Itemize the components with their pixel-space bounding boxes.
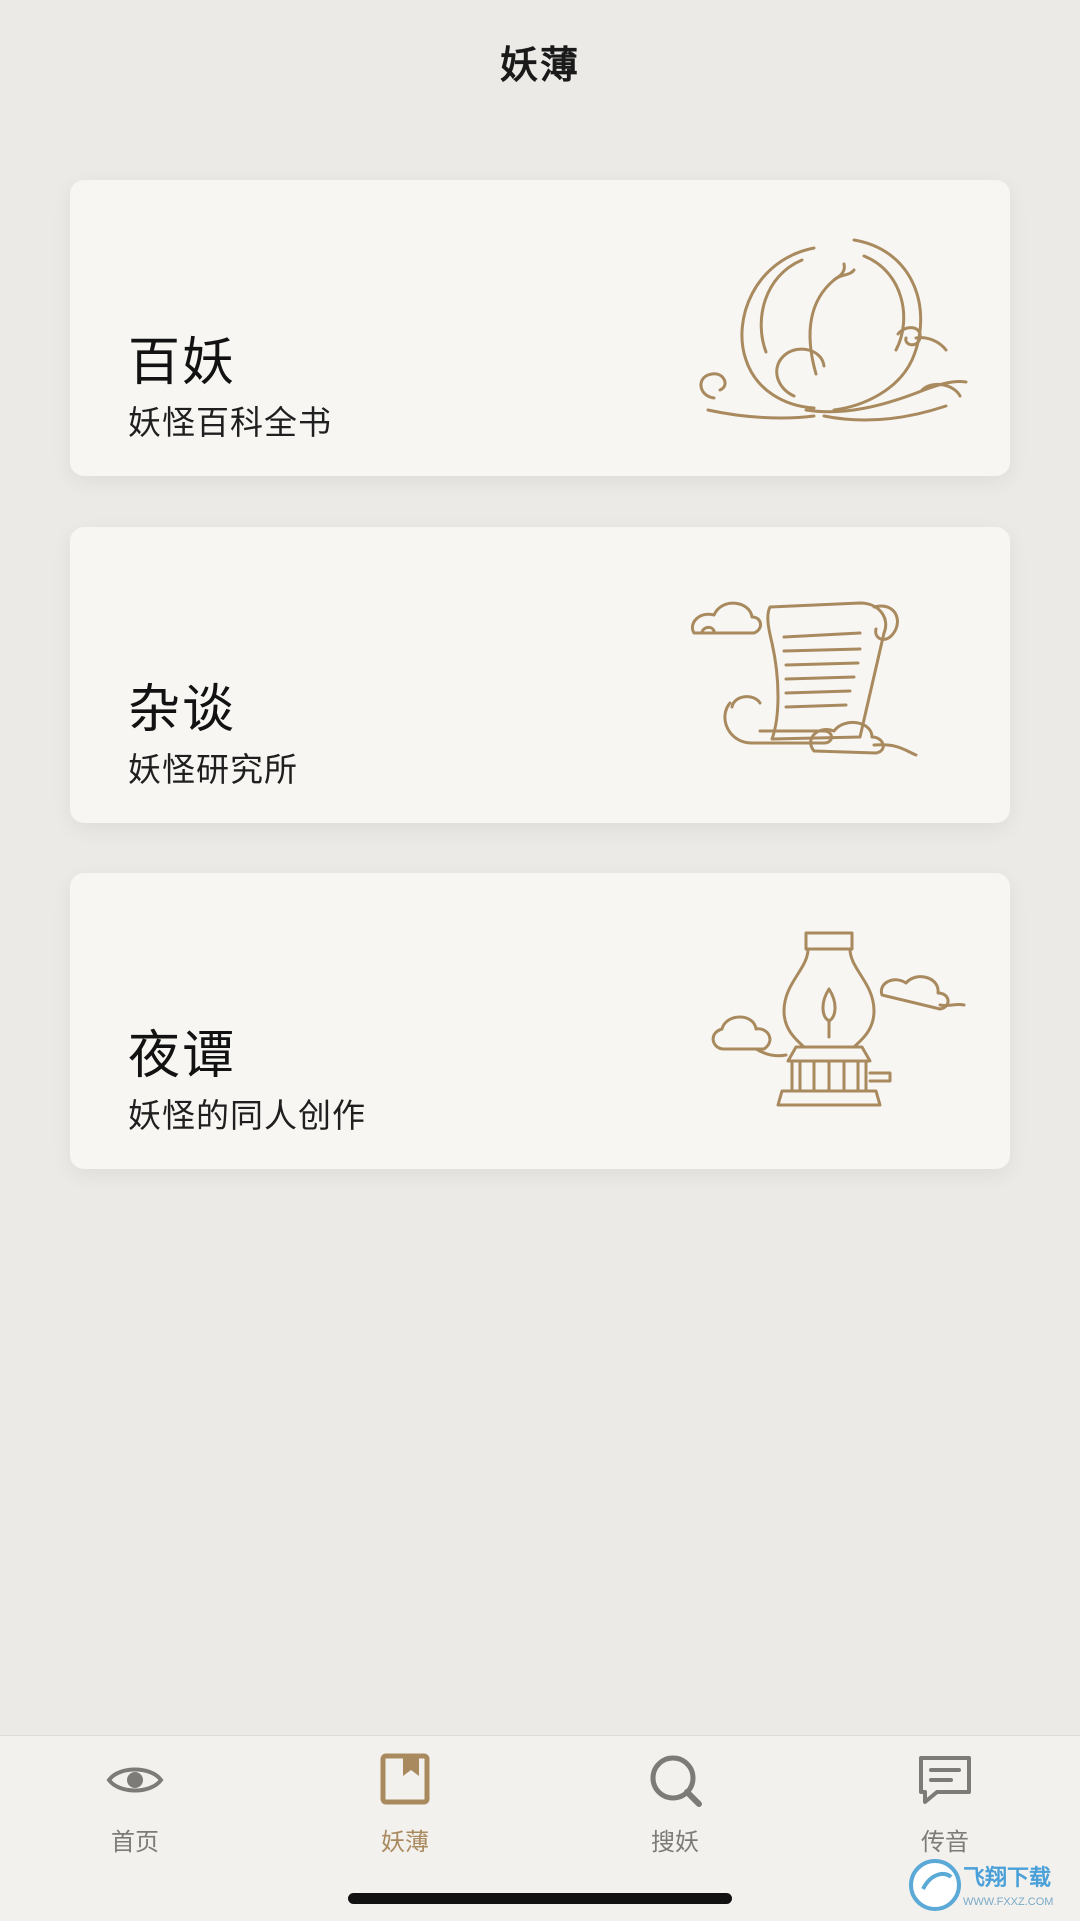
tab-search[interactable]: 搜妖 [540, 1736, 810, 1876]
tab-label: 搜妖 [651, 1828, 699, 1856]
card-subtitle: 妖怪的同人创作 [128, 1096, 366, 1135]
watermark-logo: 飞翔下载 WWW.FXXZ.COM [909, 1859, 1053, 1911]
card-title: 杂谈 [128, 680, 237, 740]
bookmark-book-icon [380, 1753, 430, 1805]
card-title: 百妖 [128, 333, 237, 393]
tab-home[interactable]: 首页 [0, 1736, 270, 1876]
card-zatan[interactable]: 杂谈 妖怪研究所 [70, 527, 1010, 823]
tab-label: 传音 [921, 1828, 969, 1856]
chat-icon [919, 1756, 971, 1804]
card-subtitle: 妖怪百科全书 [128, 403, 332, 442]
phoenix-icon [699, 238, 968, 422]
search-icon [650, 1755, 702, 1807]
scroll-icon [691, 601, 918, 757]
watermark-url: WWW.FXXZ.COM [963, 1896, 1053, 1908]
tab-yaobu[interactable]: 妖薄 [270, 1736, 540, 1876]
page-title: 妖薄 [499, 43, 580, 87]
card-title: 夜谭 [128, 1026, 237, 1086]
tab-label: 妖薄 [381, 1828, 429, 1856]
tab-label: 首页 [111, 1828, 159, 1856]
eye-icon [106, 1767, 164, 1793]
lamp-icon [711, 931, 966, 1107]
home-indicator [348, 1893, 732, 1904]
card-baiyao[interactable]: 百妖 妖怪百科全书 [70, 180, 1010, 476]
watermark-text: 飞翔下载 [963, 1865, 1051, 1890]
card-subtitle: 妖怪研究所 [128, 750, 298, 789]
card-yetan[interactable]: 夜谭 妖怪的同人创作 [70, 873, 1010, 1169]
